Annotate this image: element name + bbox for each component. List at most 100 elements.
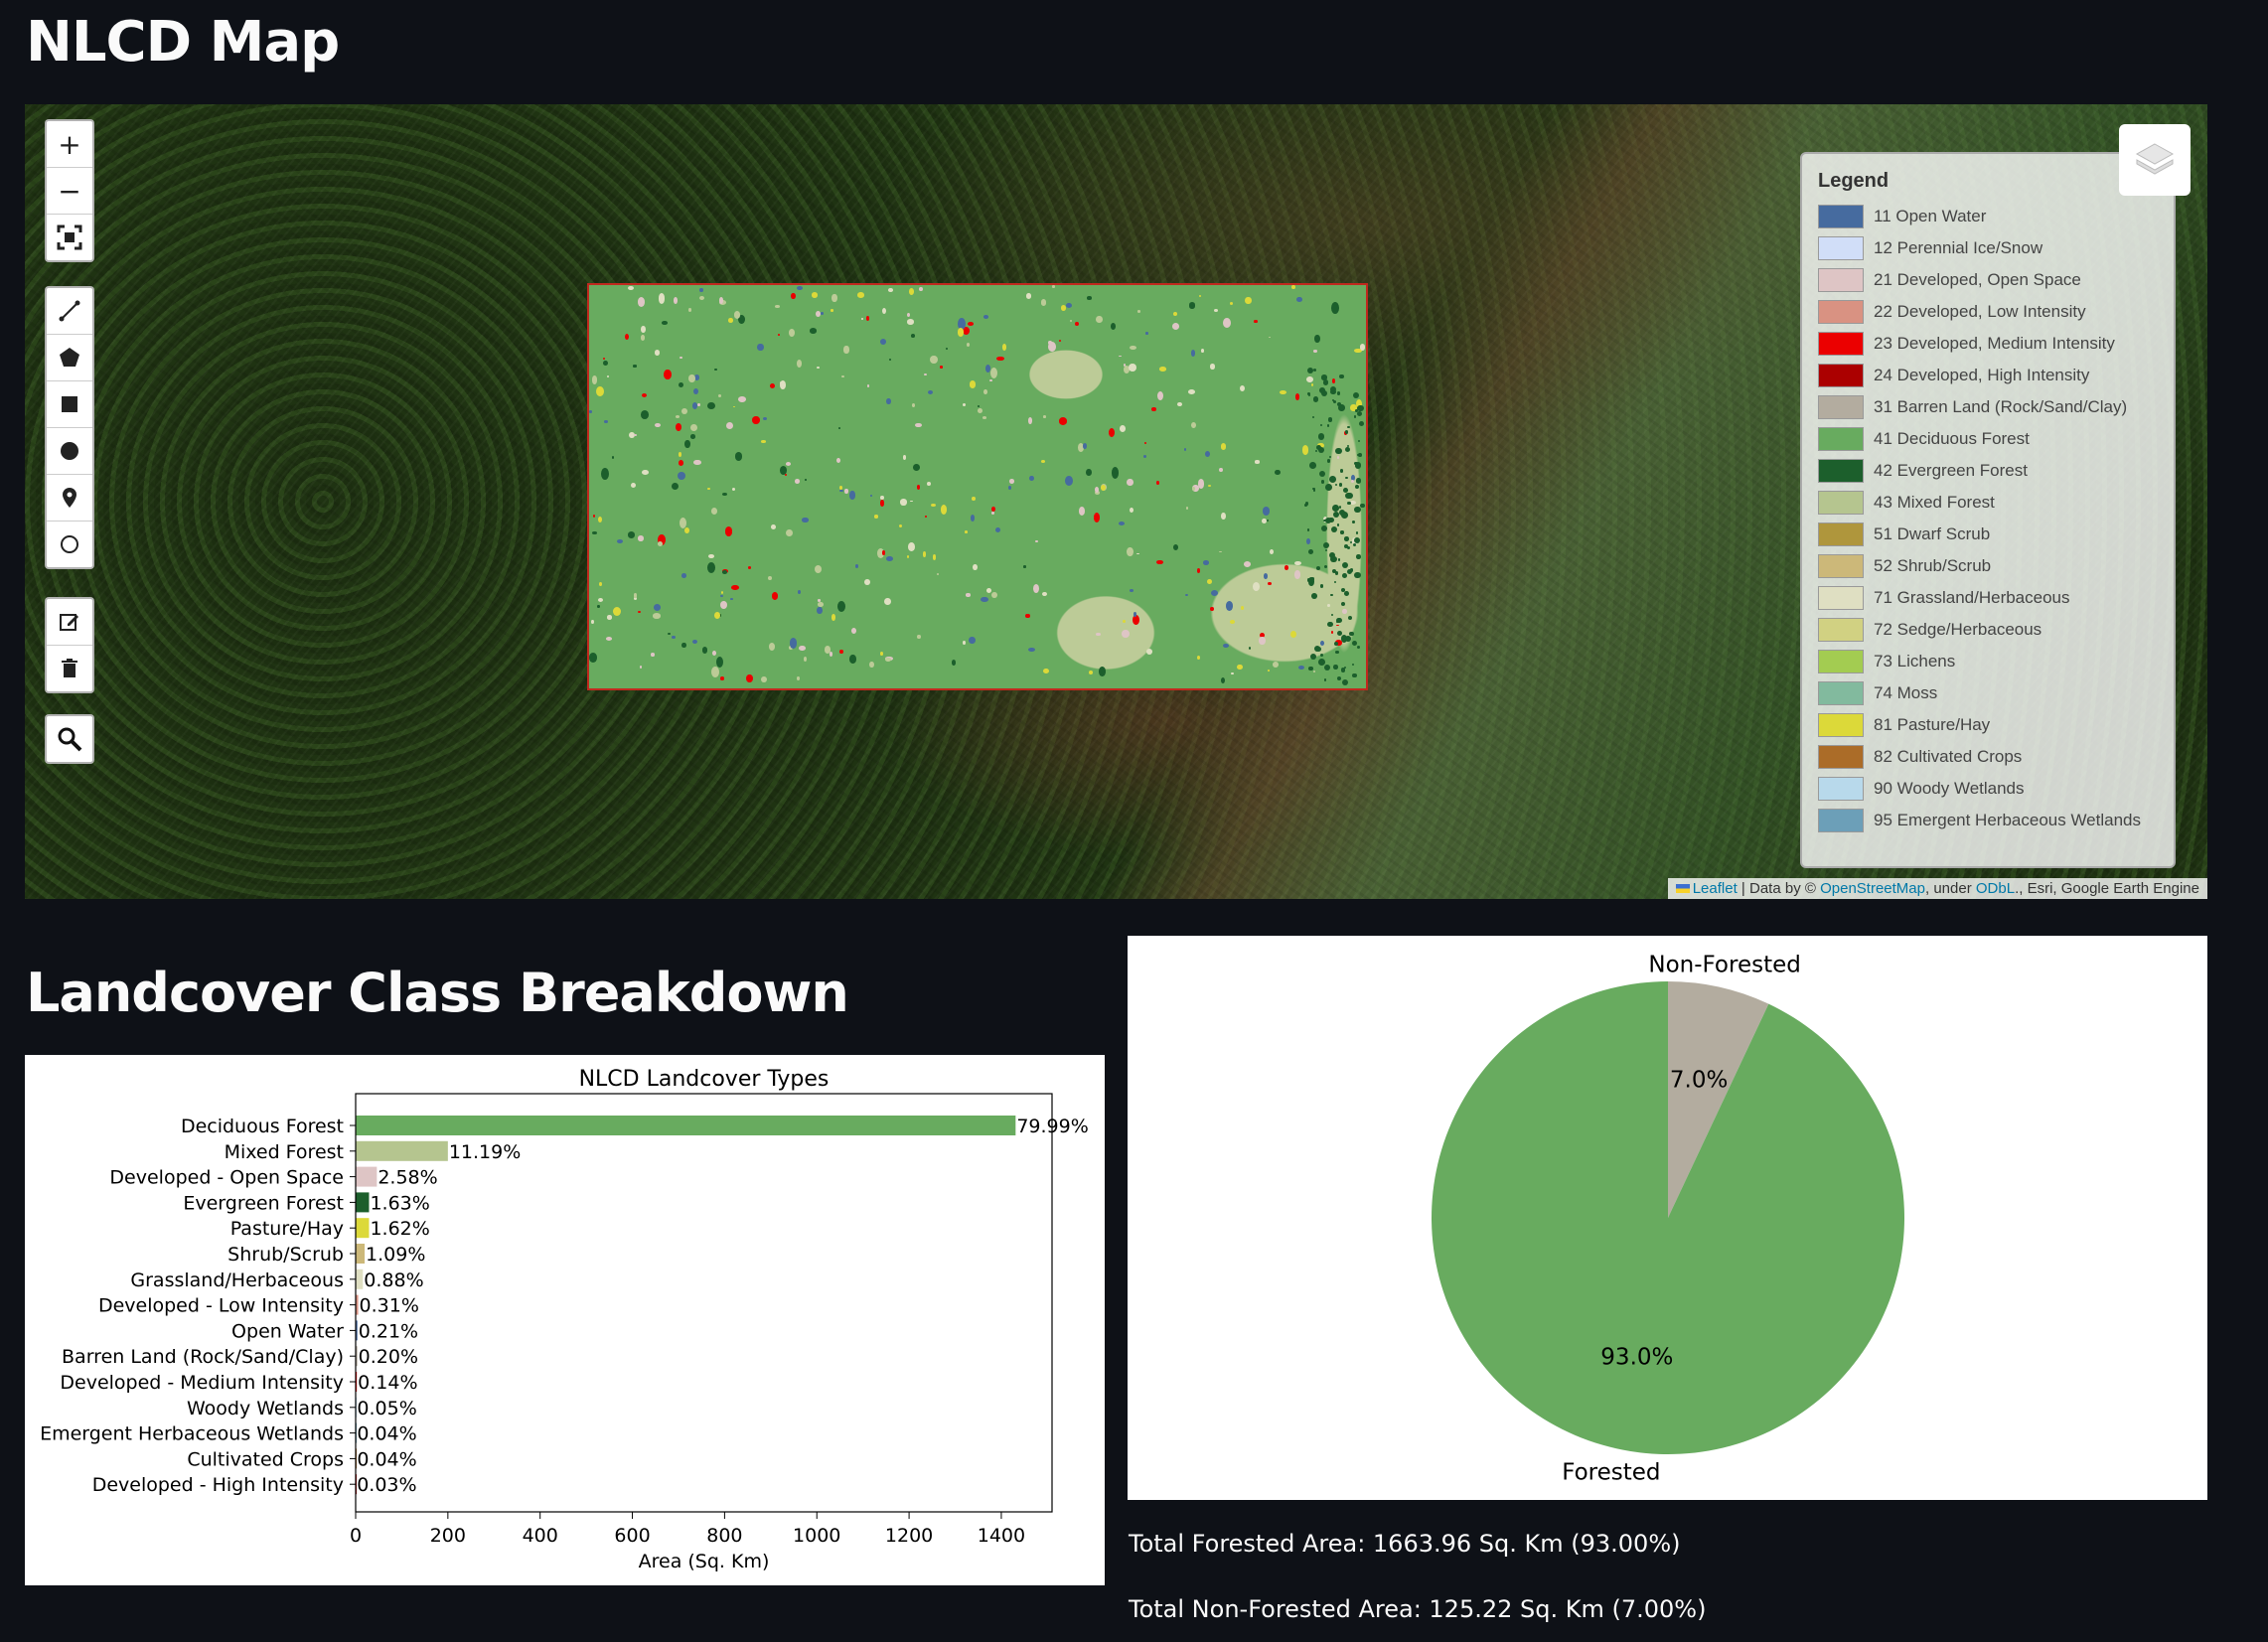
- edit-layers-button[interactable]: [47, 599, 92, 646]
- raster-pixel: [676, 415, 680, 419]
- layer-control-button[interactable]: [2119, 124, 2191, 196]
- leaflet-link[interactable]: Leaflet: [1693, 880, 1738, 897]
- raster-pixel: [1305, 537, 1310, 544]
- raster-pixel: [1025, 293, 1032, 299]
- raster-pixel: [1118, 521, 1126, 526]
- bar-value-label: 11.19%: [449, 1141, 521, 1163]
- raster-pixel: [1145, 649, 1152, 656]
- map-view[interactable]: + − Legend 11 Open Water 12 Perennial Ice…: [25, 104, 2207, 899]
- raster-pixel: [1252, 581, 1261, 592]
- raster-pixel: [1312, 350, 1317, 353]
- raster-pixel: [814, 564, 822, 573]
- raster-pixel: [989, 379, 992, 381]
- raster-pixel: [1339, 373, 1344, 379]
- osm-link[interactable]: OpenStreetMap: [1820, 880, 1925, 897]
- raster-pixel: [683, 526, 689, 534]
- raster-pixel: [1207, 484, 1211, 487]
- raster-pixel: [1237, 664, 1243, 671]
- raster-pixel: [900, 499, 907, 506]
- legend-swatch: [1818, 777, 1864, 801]
- zoom-out-button[interactable]: −: [47, 168, 92, 215]
- raster-pixel: [995, 356, 1004, 362]
- raster-pixel: [1335, 620, 1339, 624]
- raster-pixel: [639, 666, 642, 669]
- legend-item: 21 Developed, Open Space: [1818, 264, 2158, 296]
- raster-pixel: [1218, 550, 1222, 553]
- odbl-link[interactable]: ODbL: [1976, 880, 2015, 897]
- raster-pixel: [1267, 670, 1270, 672]
- raster-pixel: [1190, 349, 1196, 357]
- bar-chart: NLCD Landcover Types Deciduous Forest 79.9…: [25, 1055, 1105, 1585]
- legend-swatch: [1818, 364, 1864, 387]
- draw-marker-button[interactable]: [47, 475, 92, 522]
- raster-pixel: [701, 646, 708, 654]
- raster-pixel: [1320, 525, 1327, 532]
- raster-pixel: [1218, 468, 1223, 473]
- raster-pixel: [597, 598, 603, 603]
- legend-item: 22 Developed, Low Intensity: [1818, 296, 2158, 328]
- raster-pixel: [1008, 479, 1015, 485]
- raster-pixel: [761, 440, 766, 443]
- legend-swatch: [1818, 300, 1864, 324]
- raster-pixel: [797, 676, 800, 680]
- draw-polyline-button[interactable]: [47, 288, 92, 335]
- raster-pixel: [1188, 302, 1196, 309]
- raster-pixel: [907, 312, 911, 318]
- legend-item: 82 Cultivated Crops: [1818, 741, 2158, 773]
- raster-pixel: [780, 380, 787, 390]
- raster-pixel: [1025, 614, 1030, 619]
- legend-swatch: [1818, 650, 1864, 673]
- raster-pixel: [1119, 425, 1127, 433]
- draw-rectangle-button[interactable]: [47, 381, 92, 428]
- raster-pixel: [1349, 631, 1354, 637]
- circle-marker-icon: [61, 535, 78, 553]
- raster-pixel: [1311, 415, 1314, 418]
- pie-category-label: Non-Forested: [1648, 953, 1801, 978]
- raster-pixel: [1273, 662, 1279, 668]
- zoom-in-button[interactable]: +: [47, 121, 92, 168]
- raster-pixel: [727, 318, 733, 323]
- y-tick-label: Barren Land (Rock/Sand/Clay): [62, 1346, 344, 1368]
- raster-pixel: [1245, 296, 1252, 304]
- raster-pixel: [888, 358, 892, 362]
- legend-item: 23 Developed, Medium Intensity: [1818, 328, 2158, 360]
- raster-pixel: [1185, 593, 1188, 596]
- raster-pixel: [1313, 368, 1317, 373]
- attribution-text: | Data by ©: [1737, 880, 1821, 897]
- delete-layers-button[interactable]: [47, 646, 92, 691]
- raster-pixel: [1248, 646, 1251, 650]
- raster-pixel: [628, 286, 635, 291]
- raster-pixel: [692, 387, 699, 395]
- raster-pixel: [839, 489, 843, 493]
- raster-pixel: [1358, 439, 1361, 442]
- raster-pixel: [886, 397, 891, 405]
- draw-circlemarker-button[interactable]: [47, 522, 92, 567]
- draw-circle-button[interactable]: [47, 428, 92, 475]
- raster-pixel: [1340, 668, 1346, 672]
- raster-pixel: [971, 515, 976, 522]
- x-tick-label: 0: [350, 1525, 362, 1547]
- fullscreen-button[interactable]: [47, 215, 92, 260]
- raster-pixel: [983, 389, 987, 395]
- raster-pixel: [1339, 509, 1346, 516]
- raster-pixel: [653, 604, 662, 612]
- raster-pixel: [907, 542, 915, 551]
- bar-value-label: 1.63%: [370, 1192, 429, 1214]
- raster-pixel: [672, 635, 677, 640]
- raster-pixel: [1336, 624, 1339, 627]
- raster-pixel: [1254, 320, 1258, 323]
- raster-pixel: [1297, 666, 1305, 671]
- raster-pixel: [796, 285, 804, 291]
- raster-pixel: [1339, 469, 1344, 473]
- raster-pixel: [592, 515, 596, 519]
- bar-value-label: 1.09%: [366, 1244, 425, 1266]
- raster-pixel: [789, 638, 798, 649]
- raster-pixel: [1322, 378, 1329, 385]
- raster-pixel: [1355, 485, 1359, 490]
- draw-polygon-button[interactable]: [47, 335, 92, 381]
- legend-item: 43 Mixed Forest: [1818, 487, 2158, 519]
- raster-pixel: [1122, 619, 1126, 623]
- raster-pixel: [1332, 505, 1340, 512]
- search-button[interactable]: [47, 716, 92, 762]
- raster-pixel: [678, 460, 683, 466]
